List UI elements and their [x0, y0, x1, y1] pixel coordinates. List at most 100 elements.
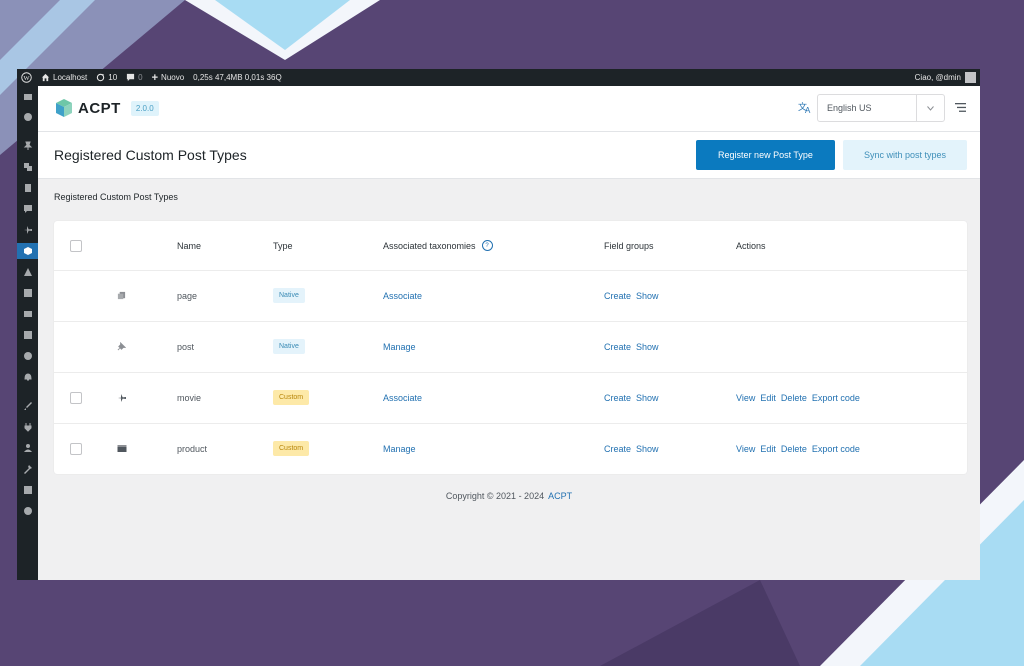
page-icon [117, 270, 126, 321]
pages-icon[interactable] [17, 180, 38, 196]
pin-icon [117, 321, 126, 372]
box-icon [117, 423, 127, 474]
site-name-link[interactable]: Localhost [41, 73, 87, 82]
post-type-name: page [177, 290, 198, 301]
type-badge: Native [273, 339, 305, 354]
post-type-name: movie [177, 392, 202, 403]
taxonomy-associate-link[interactable]: Associate [383, 291, 422, 301]
svg-text:A: A [805, 106, 811, 114]
row-checkbox[interactable] [70, 423, 82, 474]
site-name: Localhost [53, 73, 88, 82]
column-field-groups: Field groups [604, 240, 654, 251]
bell-icon[interactable] [17, 369, 38, 385]
tools-icon[interactable] [17, 461, 38, 477]
edit-link[interactable]: Edit [760, 444, 776, 454]
column-taxonomies: Associated taxonomies ? [383, 221, 493, 270]
perf-stats: 0,25s 47,4MB 0,01s 36Q [193, 73, 282, 82]
table-row: page Native Associate Create Show [54, 270, 967, 322]
help-icon[interactable]: ? [481, 240, 493, 251]
delete-link[interactable]: Delete [781, 444, 807, 454]
view-link[interactable]: View [736, 393, 755, 403]
svg-text:W: W [23, 75, 30, 82]
grid-icon[interactable] [17, 327, 38, 343]
column-type: Type [273, 240, 293, 251]
media-icon[interactable] [17, 159, 38, 175]
collapse-icon[interactable] [17, 503, 38, 519]
new-content-link[interactable]: + Nuovo [152, 72, 185, 84]
select-all-checkbox[interactable] [70, 221, 82, 270]
menu-icon[interactable] [955, 103, 966, 112]
table-row: movie Custom Associate Create Show View … [54, 372, 967, 424]
wp-admin-bar: W Localhost 10 0 + Nuovo 0,25s 47,4MB 0,… [17, 69, 980, 86]
wp-admin-sidebar [17, 86, 38, 580]
users-card-icon[interactable] [17, 306, 38, 322]
language-select[interactable]: English US [817, 94, 945, 122]
main-content: ACPT 2.0.0 文 A English US Registered Cus… [38, 86, 980, 580]
comments-menu-icon[interactable] [17, 201, 38, 217]
table-row: post Native Manage Create Show [54, 321, 967, 373]
table-header: Name Type Associated taxonomies ? Field … [54, 221, 967, 271]
plugins-icon[interactable] [17, 419, 38, 435]
brush-icon[interactable] [17, 398, 38, 414]
avatar [965, 72, 976, 83]
dashboard-icon[interactable] [17, 89, 38, 105]
column-actions: Actions [736, 240, 766, 251]
field-group-create-link[interactable]: Create [604, 342, 631, 352]
field-group-create-link[interactable]: Create [604, 393, 631, 403]
comments-link[interactable]: 0 [126, 73, 143, 82]
field-group-create-link[interactable]: Create [604, 291, 631, 301]
edit-link[interactable]: Edit [760, 393, 776, 403]
page-title: Registered Custom Post Types [54, 147, 247, 163]
post-type-name: post [177, 341, 195, 352]
comments-count: 0 [138, 73, 143, 82]
settings-icon[interactable] [17, 482, 38, 498]
type-badge: Custom [273, 441, 310, 456]
greeting: Ciao, @dmin [914, 73, 961, 82]
comment-icon [127, 73, 135, 82]
appearance-icon[interactable] [17, 264, 38, 280]
gauge-icon[interactable] [17, 109, 38, 125]
language-value: English US [827, 103, 872, 113]
updates-link[interactable]: 10 [96, 73, 117, 82]
chart-icon[interactable] [17, 348, 38, 364]
my-account[interactable]: Ciao, @dmin [915, 69, 976, 86]
acpt-menu-icon[interactable] [17, 243, 38, 259]
pin-icon[interactable] [17, 138, 38, 154]
airplane-icon [117, 372, 127, 423]
app-topbar: ACPT 2.0.0 文 A English US [38, 86, 980, 132]
footer: Copyright © 2021 - 2024 ACPT [38, 491, 980, 501]
new-label: Nuovo [161, 73, 185, 82]
movie-menu-icon[interactable] [17, 222, 38, 238]
taxonomy-manage-link[interactable]: Manage [383, 444, 416, 454]
plus-icon: + [151, 71, 159, 84]
page-header: Registered Custom Post Types Register ne… [38, 132, 980, 179]
field-group-show-link[interactable]: Show [636, 291, 659, 301]
field-group-create-link[interactable]: Create [604, 444, 631, 454]
field-group-show-link[interactable]: Show [636, 444, 659, 454]
table-icon[interactable] [17, 285, 38, 301]
taxonomy-manage-link[interactable]: Manage [383, 342, 416, 352]
acpt-link[interactable]: ACPT [548, 491, 572, 501]
export-code-link[interactable]: Export code [812, 444, 860, 454]
post-types-table: Name Type Associated taxonomies ? Field … [54, 221, 967, 474]
delete-link[interactable]: Delete [781, 393, 807, 403]
users-icon[interactable] [17, 440, 38, 456]
version-badge: 2.0.0 [130, 100, 159, 116]
sync-post-types-button[interactable]: Sync with post types [843, 140, 967, 170]
post-type-name: product [177, 443, 208, 454]
row-checkbox[interactable] [70, 372, 82, 423]
taxonomy-associate-link[interactable]: Associate [383, 393, 422, 403]
type-badge: Native [273, 288, 305, 303]
section-title: Registered Custom Post Types [54, 192, 178, 202]
wordpress-logo-icon[interactable]: W [21, 72, 32, 83]
column-taxonomies-label: Associated taxonomies [383, 240, 476, 251]
logo-text: ACPT [78, 99, 121, 117]
view-link[interactable]: View [736, 444, 755, 454]
type-badge: Custom [273, 390, 310, 405]
register-post-type-button[interactable]: Register new Post Type [696, 140, 835, 170]
refresh-icon [97, 73, 105, 82]
field-group-show-link[interactable]: Show [636, 342, 659, 352]
copyright-text: Copyright © 2021 - 2024 [445, 491, 545, 501]
export-code-link[interactable]: Export code [812, 393, 860, 403]
field-group-show-link[interactable]: Show [636, 393, 659, 403]
